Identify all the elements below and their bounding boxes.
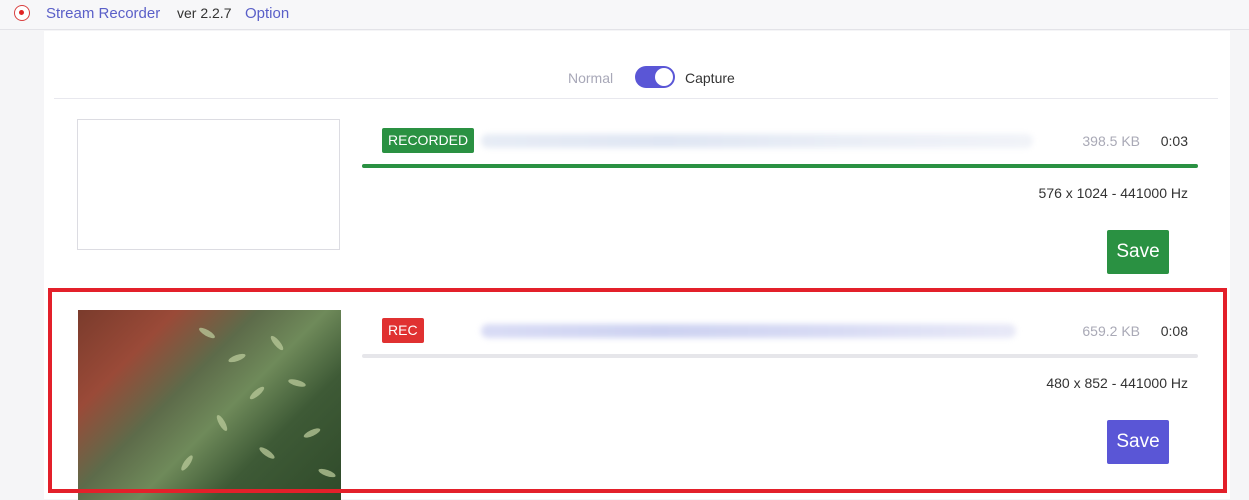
- mode-capture-label: Capture: [685, 70, 735, 86]
- recording-title: [481, 324, 1016, 338]
- video-thumbnail: [78, 310, 341, 500]
- media-info: 576 x 1024 - 441000 Hz: [1038, 185, 1188, 201]
- toggle-knob: [655, 68, 673, 86]
- record-icon: [14, 5, 30, 21]
- duration: 0:03: [1160, 133, 1188, 149]
- status-badge: REC: [382, 318, 424, 343]
- progress-bar: [362, 354, 1198, 358]
- mode-switch-row: Normal Capture: [44, 65, 1230, 91]
- file-size: 659.2 KB: [1082, 323, 1140, 339]
- duration: 0:08: [1160, 323, 1188, 339]
- recording-item: RECORDED 398.5 KB 0:03 576 x 1024 - 4410…: [44, 119, 1230, 289]
- recording-item: REC 659.2 KB 0:08 480 x 852 - 441000 Hz …: [44, 309, 1230, 500]
- divider: [54, 98, 1218, 99]
- mode-toggle[interactable]: [635, 66, 675, 88]
- save-button[interactable]: Save: [1107, 420, 1169, 464]
- app-title: Stream Recorder: [46, 5, 161, 22]
- mode-normal-label: Normal: [568, 70, 614, 86]
- file-size: 398.5 KB: [1082, 133, 1140, 149]
- save-button[interactable]: Save: [1107, 230, 1169, 274]
- top-bar: Stream Recorder ver 2.2.7 Option: [0, 0, 1249, 30]
- status-badge: RECORDED: [382, 128, 475, 153]
- main-panel: Normal Capture RECORDED 398.5 KB 0:03 57…: [44, 31, 1230, 500]
- media-info: 480 x 852 - 441000 Hz: [1046, 375, 1188, 391]
- progress-fill: [362, 164, 1198, 168]
- progress-bar: [362, 164, 1198, 168]
- video-thumbnail: [77, 119, 340, 250]
- option-link[interactable]: Option: [245, 5, 289, 22]
- app-version: ver 2.2.7: [177, 5, 232, 21]
- recording-title: [481, 134, 1033, 148]
